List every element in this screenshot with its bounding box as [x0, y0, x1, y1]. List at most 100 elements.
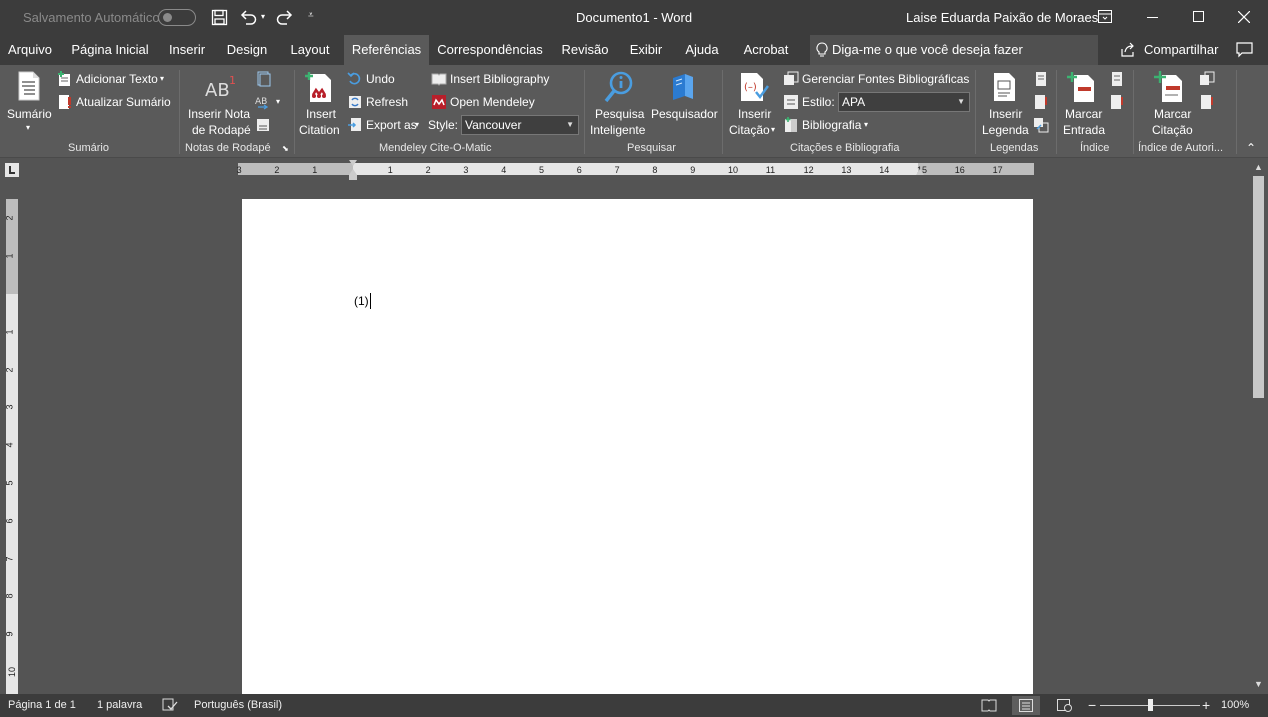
tell-me-box[interactable]: Diga-me o que você deseja fazer — [810, 35, 1098, 65]
adicionar-texto-button[interactable]: Adicionar Texto — [76, 72, 158, 86]
tab-exibir[interactable]: Exibir — [624, 35, 668, 65]
save-icon[interactable] — [211, 9, 228, 26]
maximize-button[interactable] — [1175, 0, 1221, 35]
marcar-entrada-label-1[interactable]: Marcar — [1065, 107, 1102, 121]
tab-design[interactable]: Design — [218, 35, 276, 65]
next-footnote-icon[interactable]: AB — [255, 94, 271, 110]
pesquisa-label-1[interactable]: Pesquisa — [595, 107, 644, 121]
document-page[interactable]: (1) — [242, 199, 1033, 694]
mendeley-undo-button[interactable]: Undo — [366, 72, 395, 86]
adicionar-texto-dropdown-icon[interactable]: ▾ — [160, 74, 164, 83]
insert-index-icon[interactable] — [1109, 71, 1125, 87]
tab-pagina-inicial[interactable]: Página Inicial — [64, 35, 156, 65]
zoom-out-button[interactable]: − — [1088, 694, 1096, 717]
update-index-icon[interactable] — [1109, 94, 1125, 110]
word-count[interactable]: 1 palavra — [97, 694, 142, 717]
pesquisador-button[interactable]: Pesquisador — [651, 107, 718, 121]
document-text[interactable]: (1) — [354, 294, 369, 308]
tab-acrobat[interactable]: Acrobat — [736, 35, 796, 65]
tab-referencias[interactable]: Referências — [344, 35, 429, 65]
proofing-icon[interactable] — [162, 698, 178, 712]
insert-citation-word-icon[interactable]: (–) — [738, 71, 770, 103]
share-icon[interactable] — [1120, 42, 1136, 58]
tab-revisao[interactable]: Revisão — [556, 35, 614, 65]
scroll-up-icon[interactable]: ▲ — [1254, 162, 1263, 172]
print-layout-icon[interactable] — [1012, 696, 1040, 715]
ribbon-display-icon[interactable] — [1098, 10, 1112, 23]
manage-sources-icon[interactable] — [783, 71, 799, 87]
gerenciar-fontes-button[interactable]: Gerenciar Fontes Bibliográficas — [802, 72, 969, 86]
inserir-nota-label-1[interactable]: Inserir Nota — [188, 107, 250, 121]
update-table-icon[interactable] — [57, 94, 73, 110]
bibliografia-button[interactable]: Bibliografia — [802, 118, 861, 132]
tab-selector[interactable] — [5, 163, 19, 177]
insert-table-figures-icon[interactable] — [1033, 71, 1049, 87]
share-button[interactable]: Compartilhar — [1144, 42, 1218, 57]
update-table-authorities-icon[interactable] — [1199, 94, 1215, 110]
insert-caption-icon[interactable] — [992, 71, 1018, 103]
mendeley-export-button[interactable]: Export as — [366, 118, 417, 132]
inserir-legenda-label-2[interactable]: Legenda — [982, 123, 1029, 137]
scroll-down-icon[interactable]: ▼ — [1254, 679, 1263, 689]
bibliography-style-select[interactable]: APA ▼ — [838, 92, 970, 112]
horizontal-ruler[interactable]: 3 2 1 1 2 3 4 5 6 7 8 9 10 11 12 13 14 15 16 17 — [237, 163, 1034, 175]
smart-lookup-icon[interactable] — [604, 71, 634, 103]
undo-citation-icon[interactable] — [347, 71, 363, 87]
refresh-icon[interactable] — [347, 94, 363, 110]
redo-icon[interactable] — [275, 9, 293, 26]
zoom-level[interactable]: 100% — [1221, 694, 1249, 717]
researcher-icon[interactable] — [670, 72, 696, 102]
insert-table-authorities-icon[interactable] — [1199, 71, 1215, 87]
sumario-button[interactable]: Sumário — [7, 107, 52, 121]
insert-bibliography-icon[interactable] — [431, 71, 447, 87]
inserir-citacao-dropdown-icon[interactable]: ▾ — [771, 125, 775, 134]
zoom-slider-thumb[interactable] — [1147, 699, 1153, 711]
insert-citation-icon[interactable] — [305, 71, 335, 103]
vertical-ruler[interactable]: 2 1 1 2 3 4 5 6 7 8 9 10 — [5, 199, 18, 694]
sumario-dropdown-icon[interactable]: ▾ — [26, 123, 30, 132]
undo-icon[interactable] — [240, 9, 258, 26]
right-indent-marker[interactable] — [916, 169, 924, 175]
marcar-citacao-label-2[interactable]: Citação — [1152, 123, 1193, 137]
tab-layout[interactable]: Layout — [282, 35, 338, 65]
bibliografia-dropdown-icon[interactable]: ▾ — [864, 120, 868, 129]
bibliography-icon[interactable] — [783, 117, 799, 133]
inserir-citacao-label-1[interactable]: Inserir — [738, 107, 771, 121]
tab-correspondencias[interactable]: Correspondências — [434, 35, 546, 65]
mark-citation-icon[interactable] — [1154, 71, 1186, 103]
insert-bibliography-button[interactable]: Insert Bibliography — [450, 72, 549, 86]
insert-citation-label-2[interactable]: Citation — [299, 123, 340, 137]
read-mode-icon[interactable] — [981, 699, 997, 712]
marcar-entrada-label-2[interactable]: Entrada — [1063, 123, 1105, 137]
scrollbar-thumb[interactable] — [1253, 176, 1264, 398]
autosave-toggle[interactable] — [158, 9, 196, 26]
update-table-figures-icon[interactable] — [1033, 94, 1049, 110]
open-mendeley-button[interactable]: Open Mendeley — [450, 95, 535, 109]
zoom-in-button[interactable]: + — [1202, 694, 1210, 717]
close-button[interactable] — [1221, 0, 1267, 35]
atualizar-sumario-button[interactable]: Atualizar Sumário — [76, 95, 171, 109]
mark-entry-icon[interactable] — [1067, 71, 1097, 103]
undo-dropdown-icon[interactable]: ▾ — [261, 12, 265, 21]
tab-inserir[interactable]: Inserir — [160, 35, 214, 65]
page-count[interactable]: Página 1 de 1 — [8, 694, 76, 717]
language-indicator[interactable]: Português (Brasil) — [194, 694, 282, 717]
inserir-legenda-label-1[interactable]: Inserir — [989, 107, 1022, 121]
tab-ajuda[interactable]: Ajuda — [680, 35, 724, 65]
inserir-citacao-label-2[interactable]: Citação — [729, 123, 770, 137]
export-dropdown-icon[interactable]: ▾ — [415, 120, 419, 129]
citation-style-select[interactable]: Vancouver ▼ — [461, 115, 579, 135]
add-text-icon[interactable] — [57, 71, 73, 87]
comments-icon[interactable] — [1236, 42, 1253, 58]
tab-arquivo[interactable]: Arquivo — [0, 35, 60, 65]
footnote-icon[interactable]: AB 1 — [204, 73, 236, 101]
collapse-ribbon-icon[interactable]: ⌃ — [1246, 141, 1256, 155]
inserir-nota-label-2[interactable]: de Rodapé — [192, 123, 251, 137]
customize-toolbar-icon[interactable]: ⩡ — [308, 10, 314, 21]
cross-reference-icon[interactable] — [1033, 117, 1049, 133]
left-indent-marker[interactable] — [349, 175, 357, 180]
minimize-button[interactable] — [1129, 0, 1175, 35]
open-mendeley-icon[interactable] — [431, 94, 447, 110]
first-line-indent-marker[interactable] — [349, 160, 357, 166]
marcar-citacao-label-1[interactable]: Marcar — [1154, 107, 1191, 121]
